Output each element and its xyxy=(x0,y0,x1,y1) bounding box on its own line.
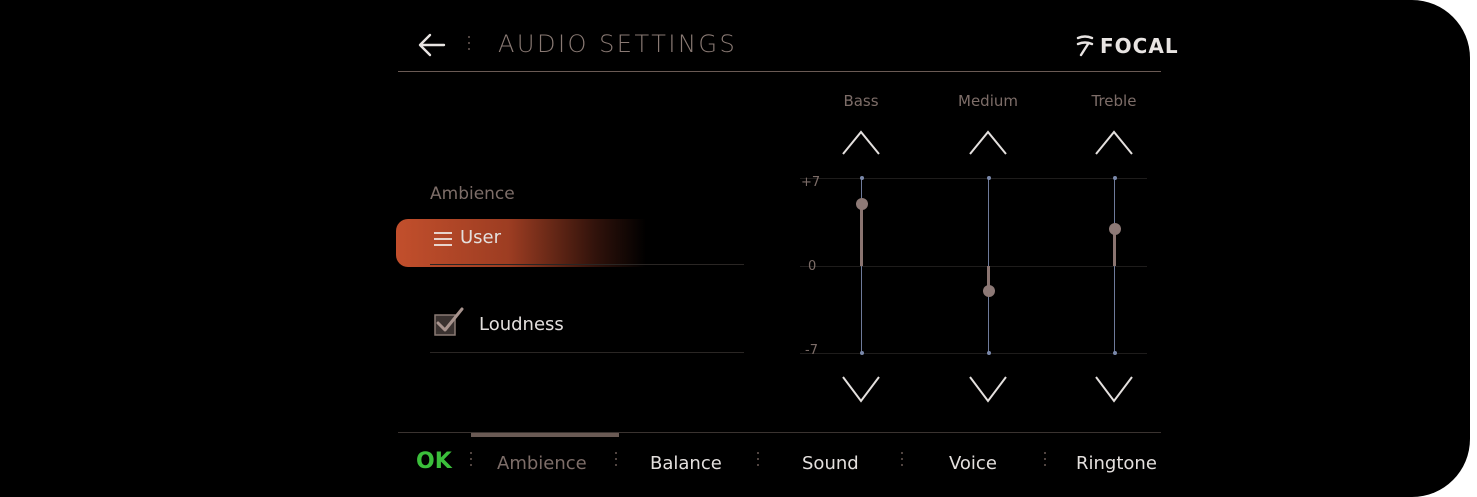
page-title: AUDIO SETTINGS xyxy=(498,30,738,58)
row-divider xyxy=(430,352,744,353)
menu-icon xyxy=(434,232,452,246)
tab-balance[interactable]: Balance xyxy=(650,453,722,474)
focal-logo-icon xyxy=(1076,35,1094,57)
axis-label-top: +7 xyxy=(801,175,821,190)
band-label-treble: Treble xyxy=(1091,92,1137,110)
tab-ambience[interactable]: Ambience xyxy=(497,453,587,474)
tab-sound[interactable]: Sound xyxy=(802,453,859,474)
bass-track-bottom-dot xyxy=(859,351,864,355)
treble-up-chevron-icon[interactable] xyxy=(1094,127,1134,157)
separator xyxy=(900,452,904,470)
loudness-checkbox[interactable]: Loudness xyxy=(434,306,594,336)
treble-slider-knob[interactable] xyxy=(1108,222,1121,235)
axis-label-mid: 0 xyxy=(808,259,817,274)
medium-track-top-dot xyxy=(986,176,991,180)
brand-logo: FOCAL xyxy=(1076,34,1179,58)
ambience-value: User xyxy=(460,227,502,248)
separator xyxy=(467,36,471,54)
loudness-label: Loudness xyxy=(479,314,564,335)
bass-up-chevron-icon[interactable] xyxy=(841,127,881,157)
separator xyxy=(614,452,618,470)
medium-slider-knob[interactable] xyxy=(982,285,995,297)
row-divider xyxy=(430,264,744,265)
bass-track-top-dot xyxy=(859,176,864,180)
band-label-medium: Medium xyxy=(958,92,1018,110)
checkbox-icon[interactable] xyxy=(434,306,464,336)
grid-line-mid xyxy=(800,266,1147,267)
separator xyxy=(1043,452,1047,470)
tab-voice[interactable]: Voice xyxy=(949,453,997,474)
arrow-left-icon[interactable] xyxy=(417,30,447,60)
brand-name: FOCAL xyxy=(1100,34,1179,58)
bass-down-chevron-icon[interactable] xyxy=(841,374,881,404)
band-label-bass: Bass xyxy=(843,92,879,110)
medium-track-bottom-dot xyxy=(986,351,991,355)
ok-button[interactable]: OK xyxy=(416,449,452,474)
medium-down-chevron-icon[interactable] xyxy=(968,374,1008,404)
active-tab-indicator xyxy=(471,433,619,437)
treble-track-top-dot xyxy=(1112,176,1117,180)
separator xyxy=(469,452,473,470)
bass-slider-fill xyxy=(860,203,863,266)
header-divider xyxy=(398,71,1161,72)
treble-down-chevron-icon[interactable] xyxy=(1094,374,1134,404)
ambience-label: Ambience xyxy=(430,184,515,204)
screen: AUDIO SETTINGS FOCAL Ambience User Loudn… xyxy=(0,0,1470,497)
tab-ringtone[interactable]: Ringtone xyxy=(1076,453,1157,474)
bass-slider-knob[interactable] xyxy=(855,197,868,210)
ambience-select-button[interactable]: User xyxy=(396,219,646,267)
axis-label-bottom: -7 xyxy=(805,343,818,358)
medium-up-chevron-icon[interactable] xyxy=(968,127,1008,157)
treble-track-bottom-dot xyxy=(1112,351,1117,355)
separator xyxy=(756,452,760,470)
grid-line-top xyxy=(800,178,1147,179)
grid-line-bottom xyxy=(800,353,1147,354)
